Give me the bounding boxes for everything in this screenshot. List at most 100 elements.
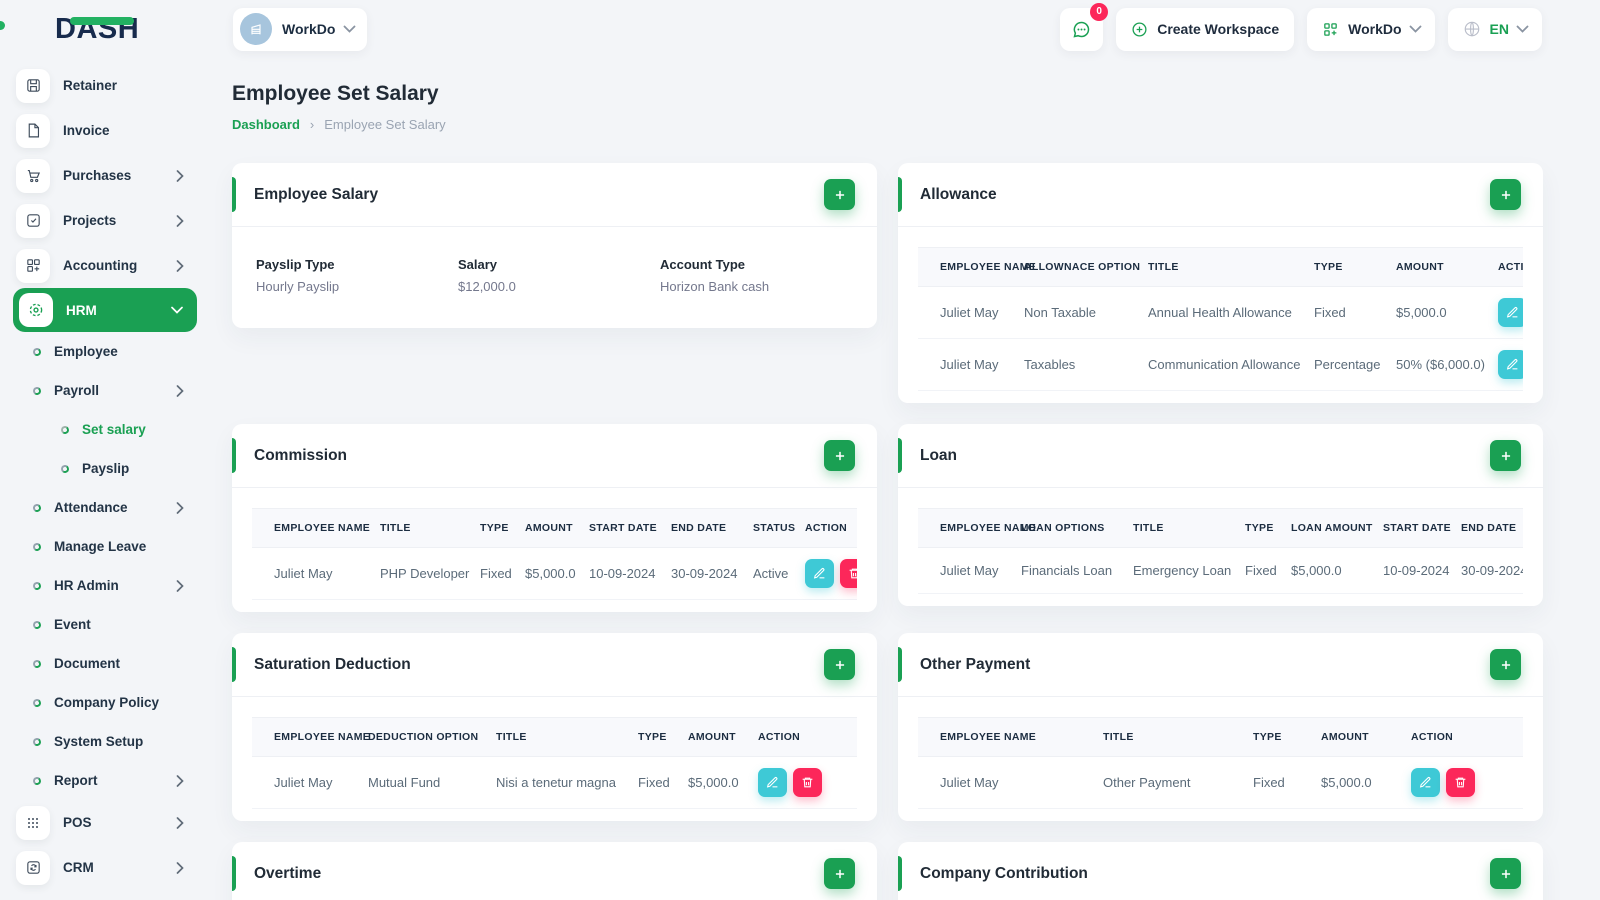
sidebar-item-attendance[interactable]: Attendance bbox=[0, 488, 210, 527]
other-payment-card: Other Payment EMPLOYEE NAME TITLE TYPE A… bbox=[898, 633, 1543, 821]
sidebar-item-projects[interactable]: Projects bbox=[0, 198, 210, 243]
chevron-right-icon bbox=[176, 169, 210, 182]
card-title: Other Payment bbox=[920, 655, 1031, 673]
edit-button[interactable] bbox=[1498, 298, 1523, 327]
sidebar-item-employee[interactable]: Employee bbox=[0, 332, 210, 371]
add-saturation-deduction-button[interactable] bbox=[824, 649, 855, 680]
sidebar-item-hrm[interactable]: HRM bbox=[13, 288, 197, 332]
bullet-icon bbox=[32, 775, 42, 786]
commission-card: Commission EMPLOYEE NAME TITLE TYPE AMOU… bbox=[232, 424, 877, 612]
chevron-down-icon bbox=[171, 304, 197, 316]
card-title: Employee Salary bbox=[254, 185, 379, 203]
saturation-deduction-table: EMPLOYEE NAME DEDUCTION OPTION TITLE TYP… bbox=[252, 717, 857, 809]
add-commission-button[interactable] bbox=[824, 440, 855, 471]
sidebar-item-event[interactable]: Event bbox=[0, 605, 210, 644]
plus-icon bbox=[1501, 660, 1510, 669]
delete-button[interactable] bbox=[1446, 768, 1475, 797]
sidebar-item-hr-admin[interactable]: HR Admin bbox=[0, 566, 210, 605]
bullet-icon bbox=[32, 658, 42, 669]
other-payment-table-wrap: EMPLOYEE NAME TITLE TYPE AMOUNT ACTION J… bbox=[918, 717, 1523, 809]
table-row: Juliet May Other Payment Fixed $5,000.0 bbox=[918, 756, 1523, 809]
sidebar-item-payroll[interactable]: Payroll bbox=[0, 371, 210, 410]
bullet-icon bbox=[32, 502, 42, 513]
bullet-icon bbox=[32, 346, 42, 357]
overtime-card: Overtime bbox=[232, 842, 877, 900]
card-title: Commission bbox=[254, 446, 348, 464]
language-selector[interactable]: EN bbox=[1447, 7, 1542, 51]
loan-card: Loan EMPLOYEE NAME LOAN OPTIONS TITLE TY… bbox=[898, 424, 1543, 606]
chevron-right-icon bbox=[176, 774, 210, 787]
plus-icon bbox=[1501, 451, 1510, 460]
chevron-right-icon bbox=[176, 259, 210, 272]
edit-button[interactable] bbox=[805, 559, 834, 588]
allowance-table-scroll[interactable]: EMPLOYEE NAME ALLOWNACE OPTION TITLE TYP… bbox=[918, 247, 1523, 391]
bullet-icon bbox=[32, 697, 42, 708]
account-type-field: Account Type Horizon Bank cash bbox=[660, 257, 770, 294]
pencil-icon bbox=[1506, 359, 1518, 370]
card-title: Company Contribution bbox=[920, 864, 1088, 882]
messages-button[interactable]: 0 bbox=[1060, 2, 1109, 51]
commission-table-wrap: EMPLOYEE NAME TITLE TYPE AMOUNT START DA… bbox=[252, 508, 857, 600]
add-overtime-button[interactable] bbox=[824, 858, 855, 889]
edit-button[interactable] bbox=[758, 768, 787, 797]
pencil-icon bbox=[1419, 777, 1431, 788]
delete-button[interactable] bbox=[840, 559, 857, 588]
add-company-contribution-button[interactable] bbox=[1490, 858, 1521, 889]
sidebar-item-retainer[interactable]: Retainer bbox=[0, 63, 210, 108]
sidebar-item-system-setup[interactable]: System Setup bbox=[0, 722, 210, 761]
app-logo: DASH bbox=[0, 13, 210, 46]
create-workspace-button[interactable]: Create Workspace bbox=[1116, 7, 1295, 51]
add-loan-button[interactable] bbox=[1490, 440, 1521, 471]
topbar-actions: 0 Create Workspace WorkDo EN bbox=[1060, 2, 1600, 51]
invoice-icon bbox=[16, 113, 50, 148]
sidebar-item-purchases[interactable]: Purchases bbox=[0, 153, 210, 198]
chevron-right-icon bbox=[176, 579, 210, 592]
pencil-icon bbox=[813, 568, 825, 579]
delete-button[interactable] bbox=[793, 768, 822, 797]
breadcrumb-separator: › bbox=[309, 117, 315, 132]
plus-icon bbox=[835, 660, 844, 669]
pencil-icon bbox=[766, 777, 778, 788]
allowance-table: EMPLOYEE NAME ALLOWNACE OPTION TITLE TYP… bbox=[918, 247, 1523, 391]
table-row: Juliet May Financials Loan Emergency Loa… bbox=[918, 547, 1523, 594]
bullet-icon bbox=[32, 541, 42, 552]
edit-button[interactable] bbox=[1498, 350, 1523, 379]
table-row: Juliet May Mutual Fund Nisi a tenetur ma… bbox=[252, 756, 857, 809]
plus-icon bbox=[835, 190, 844, 199]
cart-icon bbox=[16, 158, 50, 193]
card-title: Allowance bbox=[920, 185, 997, 203]
sidebar-item-payslip[interactable]: Payslip bbox=[0, 449, 210, 488]
sidebar-item-accounting[interactable]: Accounting bbox=[0, 243, 210, 288]
hrm-icon bbox=[19, 293, 53, 327]
plus-circle-icon bbox=[1132, 21, 1147, 37]
building-icon bbox=[251, 24, 261, 35]
cards-grid: Employee Salary Payslip Type Hourly Pays… bbox=[232, 163, 1543, 900]
salary-field: Salary $12,000.0 bbox=[458, 257, 516, 294]
sidebar-item-document[interactable]: Document bbox=[0, 644, 210, 683]
card-title: Loan bbox=[920, 446, 958, 464]
sidebar-item-set-salary[interactable]: Set salary bbox=[0, 410, 210, 449]
apps-grid-icon bbox=[1324, 22, 1337, 36]
sidebar-item-invoice[interactable]: Invoice bbox=[0, 108, 210, 153]
add-other-payment-button[interactable] bbox=[1490, 649, 1521, 680]
sidebar: Retainer Invoice Purchases Projects Acco… bbox=[0, 58, 210, 900]
loan-table-scroll[interactable]: EMPLOYEE NAME LOAN OPTIONS TITLE TYPE LO… bbox=[918, 508, 1523, 594]
edit-button[interactable] bbox=[1411, 768, 1440, 797]
sidebar-item-pos[interactable]: POS bbox=[0, 800, 210, 845]
page-title: Employee Set Salary bbox=[232, 82, 439, 105]
sidebar-item-company-policy[interactable]: Company Policy bbox=[0, 683, 210, 722]
add-allowance-button[interactable] bbox=[1490, 179, 1521, 210]
saturation-deduction-card: Saturation Deduction EMPLOYEE NAME DEDUC… bbox=[232, 633, 877, 821]
company-contribution-card: Company Contribution bbox=[898, 842, 1543, 900]
chat-bubble-icon bbox=[1073, 21, 1090, 37]
table-row: Juliet May PHP Developer Fixed $5,000.0 … bbox=[252, 547, 857, 600]
sidebar-item-report[interactable]: Report bbox=[0, 761, 210, 800]
logo-dot bbox=[0, 20, 5, 30]
sidebar-item-crm[interactable]: CRM bbox=[0, 845, 210, 890]
breadcrumb-dashboard-link[interactable]: Dashboard bbox=[232, 117, 300, 132]
workdo-apps-button[interactable]: WorkDo bbox=[1307, 7, 1435, 51]
sidebar-item-manage-leave[interactable]: Manage Leave bbox=[0, 527, 210, 566]
bullet-icon bbox=[32, 736, 42, 747]
workspace-selector[interactable]: WorkDo bbox=[233, 7, 368, 51]
add-employee-salary-button[interactable] bbox=[824, 179, 855, 210]
